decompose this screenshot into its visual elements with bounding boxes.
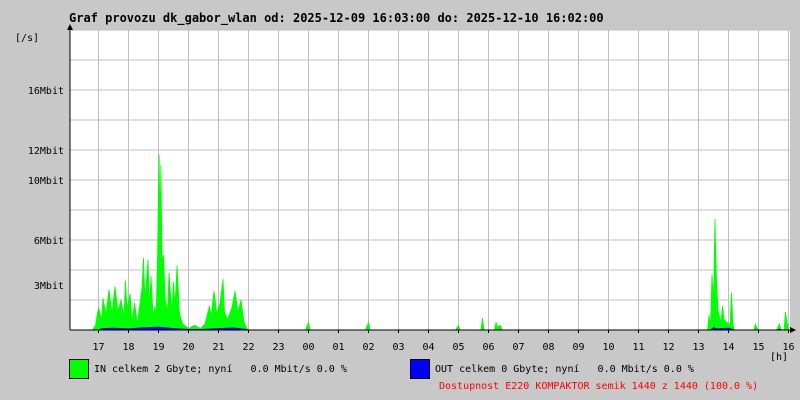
availability-text: Dostupnost E220 KOMPAKTOR semik 1440 z 1… <box>439 381 759 392</box>
x-tick-label: 09 <box>572 342 584 353</box>
legend-in: IN celkem 2 Gbyte; nyní 0.0 Mbit/s 0.0 % <box>69 359 347 379</box>
x-tick-label: 08 <box>542 342 554 353</box>
x-tick-label: 18 <box>122 342 134 353</box>
legend-out-swatch <box>410 359 430 379</box>
legend-in-swatch <box>69 359 89 379</box>
legend-out: OUT celkem 0 Gbyte; nyní 0.0 Mbit/s 0.0 … <box>410 359 694 379</box>
x-axis-arrow <box>790 327 796 333</box>
x-tick-label: 23 <box>272 342 284 353</box>
x-tick-label: 04 <box>422 342 434 353</box>
y-tick-label: 3Mbit <box>34 281 64 292</box>
y-tick-label: 12Mbit <box>28 146 64 157</box>
y-axis-label: [/s] <box>15 33 39 44</box>
x-tick-label: 15 <box>752 342 764 353</box>
y-tick-label: 6Mbit <box>34 236 64 247</box>
traffic-chart: 17 18 19 20 21 22 23 00 01 02 03 04 05 06 07 08 09 10 11 12… <box>15 24 796 363</box>
x-tick-label: 17 <box>92 342 104 353</box>
x-tick-label: 13 <box>692 342 704 353</box>
x-tick-label: 03 <box>392 342 404 353</box>
y-tick-label: 16Mbit <box>28 86 64 97</box>
x-tick-label: 22 <box>242 342 254 353</box>
x-tick-label: 10 <box>602 342 614 353</box>
x-tick-label: 00 <box>302 342 314 353</box>
x-axis-label: [h] <box>770 352 788 363</box>
x-tick-label: 02 <box>362 342 374 353</box>
x-tick-label: 01 <box>332 342 344 353</box>
legend-out-text: OUT celkem 0 Gbyte; nyní 0.0 Mbit/s 0.0 … <box>435 363 694 375</box>
y-tick-label: 10Mbit <box>28 176 64 187</box>
x-tick-label: 21 <box>212 342 224 353</box>
x-tick-label: 14 <box>722 342 734 353</box>
x-tick-label: 11 <box>632 342 644 353</box>
traffic-graph-panel: Graf provozu dk_gabor_wlan od: 2025-12-0… <box>0 0 800 400</box>
x-tick-label: 06 <box>482 342 494 353</box>
legend-in-text: IN celkem 2 Gbyte; nyní 0.0 Mbit/s 0.0 % <box>94 363 347 375</box>
x-tick-label: 19 <box>152 342 164 353</box>
x-tick-label: 12 <box>662 342 674 353</box>
x-tick-label: 20 <box>182 342 194 353</box>
y-axis-arrow <box>67 24 73 30</box>
x-tick-label: 05 <box>452 342 464 353</box>
x-tick-label: 07 <box>512 342 524 353</box>
